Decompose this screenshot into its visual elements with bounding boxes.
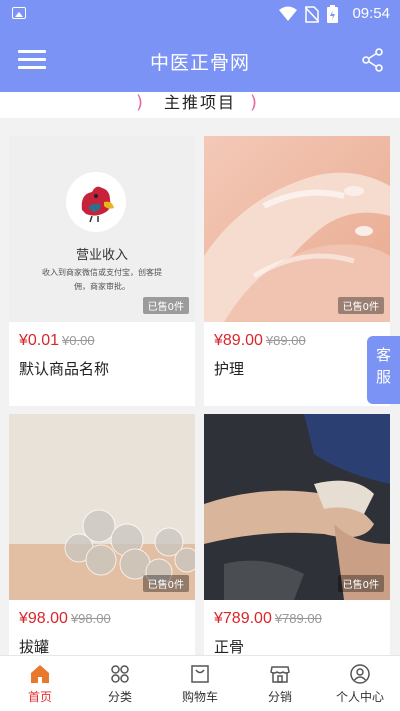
tab-label: 个人中心	[335, 690, 384, 704]
section-title: 主推项目	[163, 93, 236, 112]
tab-label: 分类	[107, 690, 132, 704]
wifi-icon	[279, 6, 297, 21]
customer-service-button[interactable]: 客 服	[367, 336, 400, 404]
rooster-logo-icon	[66, 172, 126, 232]
price-row: ¥98.00 ¥98.00	[19, 610, 111, 628]
customer-service-label-1: 客	[375, 346, 391, 364]
product-name: 默认商品名称	[19, 360, 110, 378]
current-price: ¥98.00	[19, 610, 68, 627]
product-name: 护理	[214, 360, 245, 378]
sold-count-badge: 已售0件	[337, 575, 384, 592]
current-price: ¥0.01	[19, 332, 60, 349]
price-row: ¥0.01 ¥0.00	[19, 332, 95, 350]
tab-profile[interactable]: 个人中心	[320, 656, 400, 711]
product-image: 已售0件	[9, 414, 195, 600]
product-card[interactable]: 已售0件 ¥789.00 ¥789.00 正骨	[204, 414, 390, 684]
status-time: 09:54	[352, 5, 390, 22]
tab-label: 首页	[27, 690, 52, 704]
current-price: ¥89.00	[214, 332, 263, 349]
original-price: ¥789.00	[274, 611, 322, 626]
user-icon	[350, 664, 370, 684]
current-price: ¥789.00	[214, 610, 272, 627]
section-header: ) 主推项目 )	[0, 92, 400, 118]
sold-count-badge: 已售0件	[142, 297, 189, 314]
store-icon	[270, 666, 290, 683]
status-bar: 09:54	[0, 0, 400, 28]
category-icon	[111, 665, 129, 683]
tab-home[interactable]: 首页	[0, 656, 80, 711]
image-notification-icon	[12, 7, 26, 19]
product-card[interactable]: 已售0件 ¥89.00 ¥89.00 护理	[204, 136, 390, 406]
price-row: ¥789.00 ¥789.00	[214, 610, 322, 628]
product-card[interactable]: 已售0件 ¥98.00 ¥98.00 拔罐	[9, 414, 195, 684]
product-image: 已售0件	[204, 414, 390, 600]
tab-label: 购物车	[181, 690, 218, 704]
original-price: ¥98.00	[70, 611, 111, 626]
price-row: ¥89.00 ¥89.00	[214, 332, 306, 350]
tab-distribution[interactable]: 分销	[240, 656, 320, 711]
no-sim-icon	[305, 5, 319, 23]
product-card[interactable]: 营业收入 收入到商家微信或支付宝，创客提佣，商家审批。 已售0件 ¥0.01 ¥0…	[9, 136, 195, 406]
original-price: ¥89.00	[265, 333, 306, 348]
home-icon	[31, 665, 49, 683]
status-icons	[279, 5, 338, 23]
product-image-placeholder: 营业收入 收入到商家微信或支付宝，创客提佣，商家审批。 已售0件	[9, 136, 195, 322]
page-title: 中医正骨网	[149, 52, 250, 74]
decoration-left-icon: )	[136, 92, 144, 113]
tab-cart[interactable]: 购物车	[160, 656, 240, 711]
battery-icon	[327, 5, 338, 23]
cart-icon	[191, 665, 209, 683]
customer-service-label-2: 服	[375, 368, 391, 386]
tab-category[interactable]: 分类	[80, 656, 160, 711]
product-name: 拔罐	[19, 638, 50, 656]
product-image: 已售0件	[204, 136, 390, 322]
product-name: 正骨	[214, 638, 245, 656]
sold-count-badge: 已售0件	[337, 297, 384, 314]
bottom-tab-bar: 首页 分类 购物车 分销 个人中心	[0, 655, 400, 711]
share-icon[interactable]	[362, 48, 384, 72]
sold-count-badge: 已售0件	[142, 575, 189, 592]
placeholder-description: 收入到商家微信或支付宝，创客提佣，商家审批。	[42, 268, 162, 291]
tab-label: 分销	[267, 690, 292, 704]
original-price: ¥0.00	[62, 333, 95, 348]
app-bar: 中医正骨网	[0, 28, 400, 92]
placeholder-title: 营业收入	[75, 248, 128, 263]
decoration-right-icon: )	[250, 92, 258, 113]
